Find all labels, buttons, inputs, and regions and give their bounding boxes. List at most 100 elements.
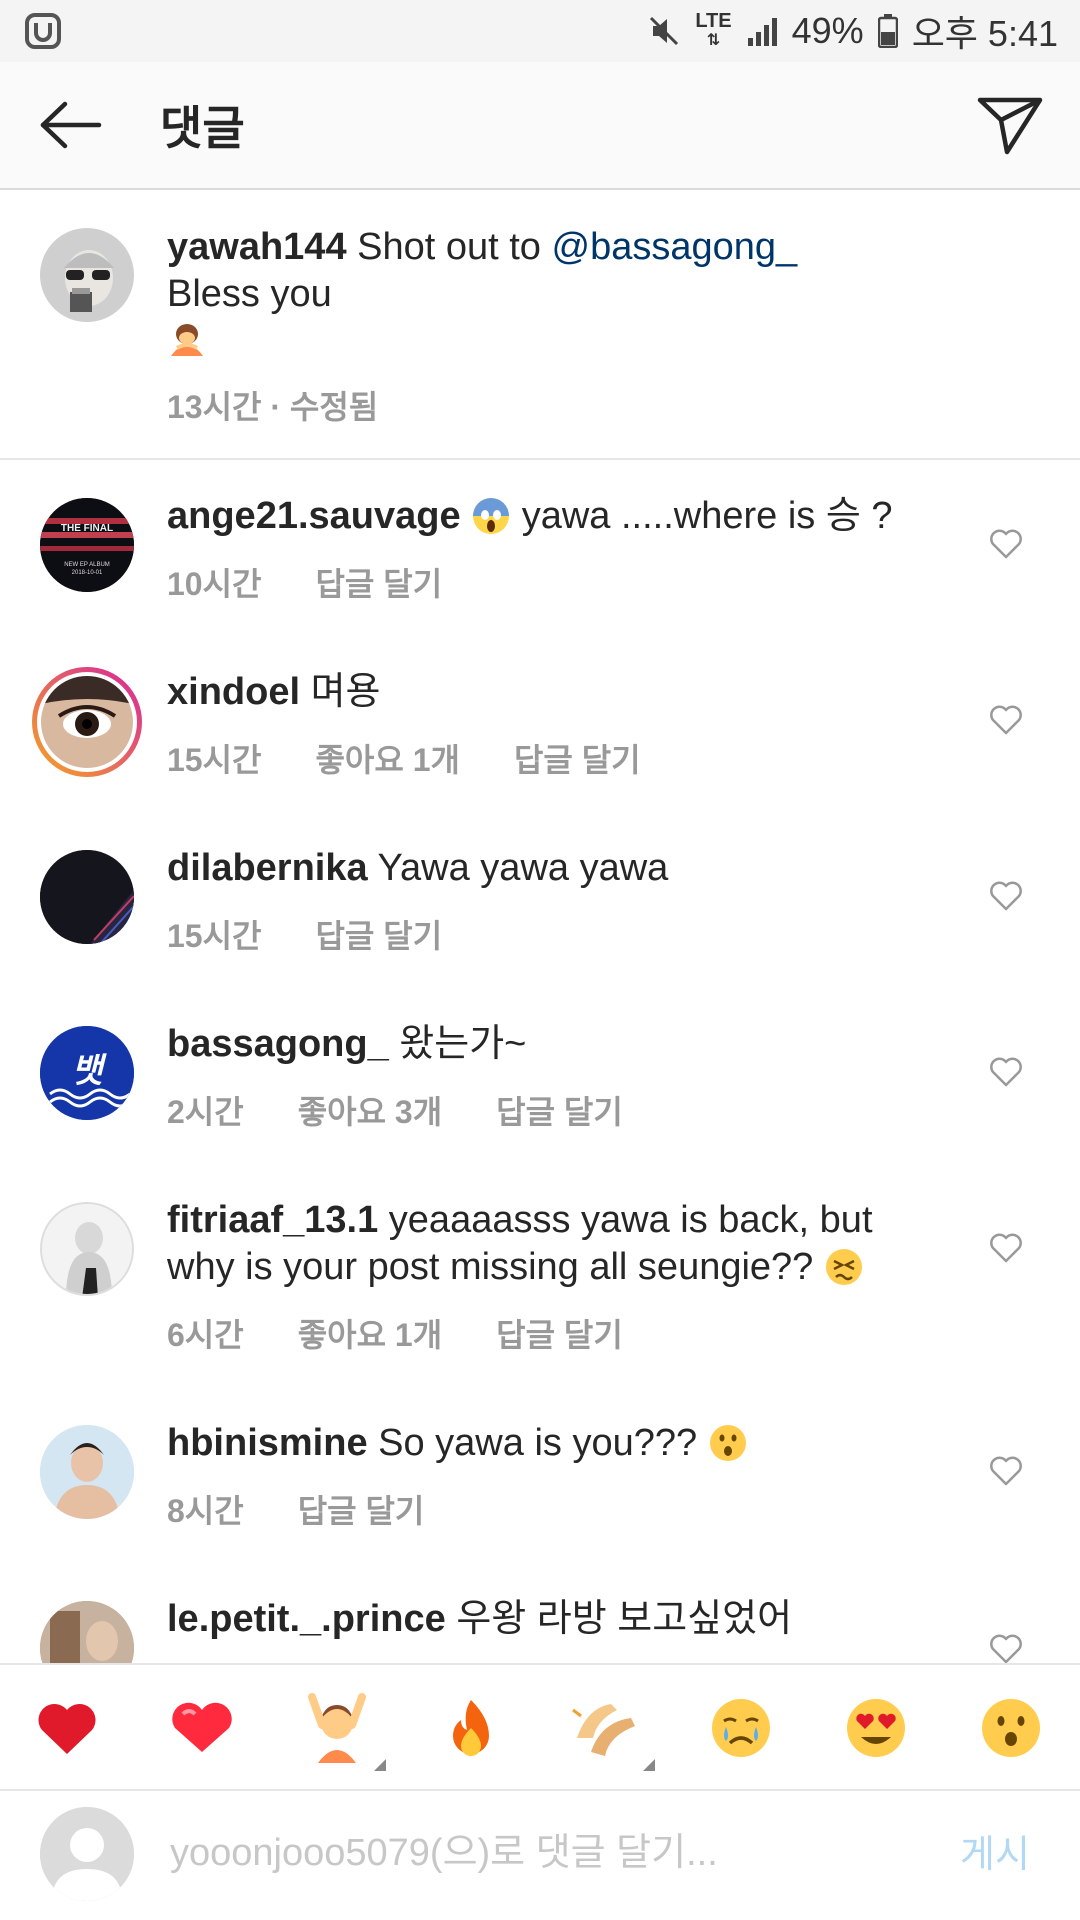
likes-count[interactable]: 좋아요 3개 bbox=[298, 1087, 442, 1133]
back-arrow-icon bbox=[40, 101, 102, 149]
clapping-hands-emoji-button[interactable] bbox=[563, 1685, 655, 1771]
comment-text: Yawa yawa yawa bbox=[377, 847, 669, 889]
heart-emoji-button[interactable] bbox=[159, 1685, 245, 1771]
caption-username[interactable]: yawah144 bbox=[167, 226, 347, 268]
clapping-hands-icon bbox=[572, 1704, 635, 1756]
comment-time: 8시간 bbox=[167, 1493, 244, 1529]
red-heart-icon bbox=[38, 1703, 96, 1754]
heart-eyes-icon bbox=[847, 1699, 905, 1757]
album-title-text: THE FINAL bbox=[61, 523, 113, 534]
clock: 오후 5:41 bbox=[911, 13, 1058, 54]
raising-hands-person-emoji-button[interactable] bbox=[294, 1685, 386, 1771]
red-heart-emoji-button[interactable] bbox=[24, 1685, 110, 1771]
heart-outline-icon bbox=[990, 1634, 1022, 1663]
like-button[interactable] bbox=[986, 1451, 1026, 1491]
emoji-quick-bar bbox=[0, 1663, 1080, 1791]
comment-time: 10시간 bbox=[167, 566, 262, 602]
like-button[interactable] bbox=[986, 1228, 1026, 1268]
variant-indicator bbox=[643, 1759, 655, 1771]
comment-username[interactable]: xindoel bbox=[167, 671, 300, 713]
persevering-face-emoji bbox=[824, 1247, 864, 1287]
mention-link[interactable]: @bassagong_ bbox=[552, 226, 798, 268]
caption-meta: 13시간 · 수정됨 bbox=[167, 389, 379, 425]
avatar[interactable]: THE FINAL NEW EP ALBUM 2018-10-01 bbox=[40, 498, 134, 592]
heart-icon bbox=[172, 1702, 232, 1752]
back-button[interactable] bbox=[0, 61, 140, 189]
comment-username[interactable]: hbinismine bbox=[167, 1422, 368, 1464]
heart-outline-icon bbox=[990, 1233, 1022, 1263]
avatar[interactable] bbox=[40, 850, 134, 944]
likes-count[interactable]: 좋아요 1개 bbox=[298, 1310, 442, 1356]
like-button[interactable] bbox=[986, 700, 1026, 740]
comment-username[interactable]: le.petit._.prince bbox=[167, 1598, 446, 1640]
comment-text: 왔는가~ bbox=[399, 1023, 527, 1065]
bowing-person-emoji bbox=[167, 324, 207, 367]
hushed-face-emoji bbox=[708, 1423, 748, 1463]
comment-text: 며용 bbox=[310, 671, 381, 713]
reply-button[interactable]: 답글 달기 bbox=[298, 1486, 425, 1532]
avatar[interactable]: 뱃 bbox=[40, 1026, 134, 1120]
edited-label: 수정됨 bbox=[289, 389, 379, 425]
surprised-face-icon bbox=[982, 1699, 1040, 1757]
reply-button[interactable]: 답글 달기 bbox=[514, 735, 641, 781]
status-bar: LTE ⇅ 49% 오후 5:41 bbox=[0, 0, 1080, 62]
caption-text-line2: Bless you bbox=[167, 273, 332, 315]
likes-count[interactable]: 좋아요 1개 bbox=[315, 735, 459, 781]
comment-item: le.petit._.prince 우왕 라방 보고싶었어 bbox=[0, 1596, 1080, 1663]
reply-button[interactable]: 답글 달기 bbox=[496, 1310, 623, 1356]
share-button[interactable] bbox=[940, 61, 1080, 189]
reply-button[interactable]: 답글 달기 bbox=[315, 559, 442, 605]
crying-face-icon bbox=[712, 1699, 770, 1757]
comment-username[interactable]: dilabernika bbox=[167, 847, 368, 889]
album-subtitle-text: NEW EP ALBUM bbox=[64, 562, 110, 568]
crying-face-emoji-button[interactable] bbox=[698, 1685, 784, 1771]
battery-percent: 49% bbox=[791, 10, 864, 51]
fire-emoji-button[interactable] bbox=[428, 1685, 514, 1771]
heart-outline-icon bbox=[990, 705, 1022, 735]
avatar[interactable] bbox=[40, 228, 134, 322]
heart-outline-icon bbox=[990, 1057, 1022, 1087]
comment-text: So yawa is you??? bbox=[378, 1422, 698, 1464]
comment-time: 15시간 bbox=[167, 918, 262, 954]
heart-outline-icon bbox=[990, 529, 1022, 559]
comment-time: 15시간 bbox=[167, 742, 262, 778]
comment-username[interactable]: ange21.sauvage bbox=[167, 495, 461, 537]
comment-input-bar: 게시 bbox=[0, 1793, 1080, 1920]
reply-button[interactable]: 답글 달기 bbox=[496, 1087, 623, 1133]
like-button[interactable] bbox=[986, 1052, 1026, 1092]
comment-text: 우왕 라방 보고싶었어 bbox=[456, 1598, 793, 1640]
raising-hands-person-icon bbox=[308, 1693, 366, 1763]
comment-text-line2: why is your post missing all seungie?? bbox=[167, 1246, 814, 1288]
battery-icon bbox=[877, 14, 898, 48]
default-user-icon bbox=[40, 1807, 134, 1901]
comment-username[interactable]: bassagong_ bbox=[167, 1023, 389, 1065]
lte-icon: LTE ⇅ bbox=[695, 10, 732, 49]
avatar[interactable] bbox=[40, 1601, 134, 1663]
avatar-story-ring[interactable] bbox=[32, 667, 142, 777]
comment-text: yeaaaasss yawa is back, but bbox=[388, 1199, 873, 1241]
app-notification-icon bbox=[22, 10, 64, 52]
caption-time: 13시간 bbox=[167, 389, 262, 425]
avatar bbox=[41, 676, 133, 768]
heart-eyes-emoji-button[interactable] bbox=[833, 1685, 919, 1771]
comment-username[interactable]: fitriaaf_13.1 bbox=[167, 1199, 378, 1241]
header-bar: 댓글 bbox=[0, 62, 1080, 190]
caption-text: Shot out to bbox=[357, 226, 552, 268]
heart-outline-icon bbox=[990, 881, 1022, 911]
avatar-logo-text: 뱃 bbox=[71, 1051, 107, 1091]
mute-icon bbox=[647, 14, 681, 48]
album-date-text: 2018-10-01 bbox=[72, 570, 103, 576]
post-button[interactable]: 게시 bbox=[960, 1823, 1030, 1878]
variant-indicator bbox=[374, 1759, 386, 1771]
comment-input[interactable] bbox=[170, 1817, 930, 1889]
comment-time: 6시간 bbox=[167, 1317, 244, 1353]
like-button[interactable] bbox=[986, 876, 1026, 916]
like-button[interactable] bbox=[986, 1629, 1026, 1663]
like-button[interactable] bbox=[986, 524, 1026, 564]
avatar[interactable] bbox=[40, 1202, 134, 1296]
post-caption: yawah144 Shot out to @bassagong_ Bless y… bbox=[0, 192, 1080, 460]
surprised-face-emoji-button[interactable] bbox=[968, 1685, 1054, 1771]
reply-button[interactable]: 답글 달기 bbox=[315, 911, 442, 957]
avatar[interactable] bbox=[40, 1425, 134, 1519]
comment-text: yawa .....where is 승 ? bbox=[521, 495, 893, 537]
